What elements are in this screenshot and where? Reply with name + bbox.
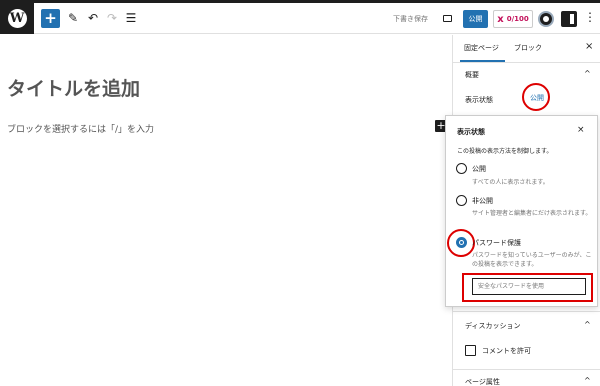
option-label-public: 公開 <box>472 165 486 173</box>
plugin-settings-icon[interactable] <box>538 11 554 27</box>
visibility-label: 表示状態 <box>465 96 493 104</box>
post-title-input[interactable]: タイトルを追加 <box>7 74 140 101</box>
editor-toolbar: W + ✎ ↶ ↷ ☰ 下書き保存 公開 ⅹ 0/100 ⋮ <box>0 3 600 34</box>
preview-icon[interactable] <box>443 15 452 22</box>
yoast-seo-button[interactable]: ⅹ 0/100 <box>493 10 533 28</box>
tab-block[interactable]: ブロック <box>514 43 542 53</box>
save-draft-button[interactable]: 下書き保存 <box>393 14 428 24</box>
option-desc-password: パスワードを知っているユーザーのみが、この投稿を表示できます。 <box>472 252 592 268</box>
password-input[interactable] <box>472 278 586 295</box>
popover-title: 表示状態 <box>457 128 485 136</box>
list-view-icon[interactable]: ☰ <box>124 8 138 28</box>
allow-comments-checkbox[interactable] <box>465 345 476 356</box>
divider <box>453 369 600 370</box>
chevron-up-icon[interactable]: ^ <box>584 69 591 78</box>
undo-icon[interactable]: ↶ <box>86 8 100 28</box>
radio-private[interactable] <box>456 195 467 206</box>
radio-public[interactable] <box>456 163 467 174</box>
option-label-password: パスワード保護 <box>472 239 521 247</box>
pencil-tool-icon[interactable]: ✎ <box>66 8 80 28</box>
wordpress-logo-button[interactable]: W <box>0 3 34 34</box>
wordpress-logo-icon: W <box>7 9 27 28</box>
allow-comments-label: コメントを許可 <box>482 347 531 355</box>
chevron-up-icon[interactable]: ^ <box>584 320 591 329</box>
settings-sidebar-toggle-icon[interactable] <box>561 11 577 27</box>
summary-section-heading[interactable]: 概要 <box>465 70 479 80</box>
publish-button[interactable]: 公開 <box>463 10 488 28</box>
redo-icon[interactable]: ↷ <box>105 8 119 28</box>
chevron-up-icon[interactable]: ^ <box>584 376 591 385</box>
annotation-circle <box>447 229 475 257</box>
close-icon[interactable]: × <box>577 125 585 135</box>
sidebar-tabs: 固定ページ ブロック × <box>453 35 600 63</box>
divider <box>453 311 600 312</box>
block-inserter-button[interactable]: + <box>41 9 60 28</box>
option-desc-public: すべての人に表示されます。 <box>472 179 549 186</box>
tab-page[interactable]: 固定ページ <box>464 43 499 53</box>
close-sidebar-icon[interactable]: × <box>585 41 593 52</box>
yoast-score: 0/100 <box>506 15 529 23</box>
discussion-section-heading[interactable]: ディスカッション <box>465 321 521 331</box>
option-label-private: 非公開 <box>472 197 493 205</box>
visibility-popover: 表示状態 × この投稿の表示方法を制御します。 公開 すべての人に表示されます。… <box>445 115 598 307</box>
active-tab-indicator <box>460 60 505 62</box>
yoast-icon: ⅹ <box>497 13 504 25</box>
more-options-icon[interactable]: ⋮ <box>584 10 596 24</box>
editor-canvas: タイトルを追加 ブロックを選択するには「/」を入力 <box>0 35 452 386</box>
block-appender-hint[interactable]: ブロックを選択するには「/」を入力 <box>7 122 154 135</box>
option-desc-private: サイト管理者と編集者にだけ表示されます。 <box>472 210 592 217</box>
page-attributes-heading[interactable]: ページ属性 <box>465 377 500 386</box>
popover-description: この投稿の表示方法を制御します。 <box>457 148 553 155</box>
annotation-circle <box>522 83 550 111</box>
